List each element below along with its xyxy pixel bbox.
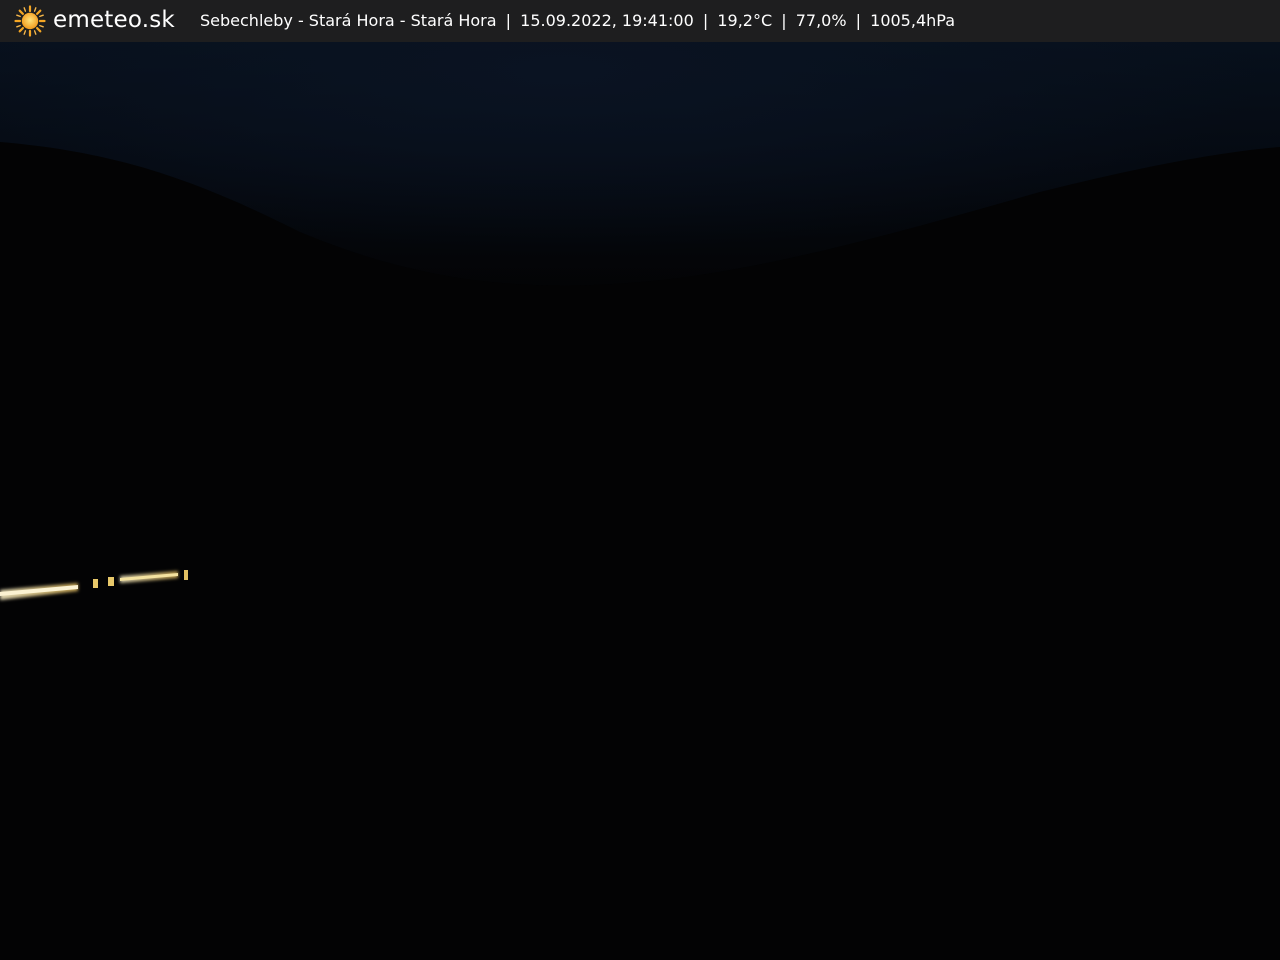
separator: | bbox=[855, 11, 862, 30]
brand-name[interactable]: emeteo.sk bbox=[53, 5, 175, 35]
station-caption: Sebechleby - Stará Hora - Stará Hora | 1… bbox=[200, 10, 955, 32]
pressure-value: 1005,4hPa bbox=[870, 11, 955, 30]
separator: | bbox=[702, 11, 709, 30]
webcam-image bbox=[0, 42, 1280, 960]
top-bar: emeteo.sk Sebechleby - Stará Hora - Star… bbox=[0, 0, 1280, 42]
sun-icon bbox=[14, 5, 46, 37]
night-landscape bbox=[0, 142, 1280, 960]
station-location: Sebechleby - Stará Hora - Stará Hora bbox=[200, 11, 497, 30]
hill-silhouette bbox=[0, 142, 1280, 960]
separator: | bbox=[781, 11, 787, 30]
temperature-value: 19,2°C bbox=[717, 11, 773, 30]
humidity-value: 77,0% bbox=[795, 11, 847, 30]
observation-datetime: 15.09.2022, 19:41:00 bbox=[520, 11, 694, 30]
separator: | bbox=[505, 11, 512, 30]
